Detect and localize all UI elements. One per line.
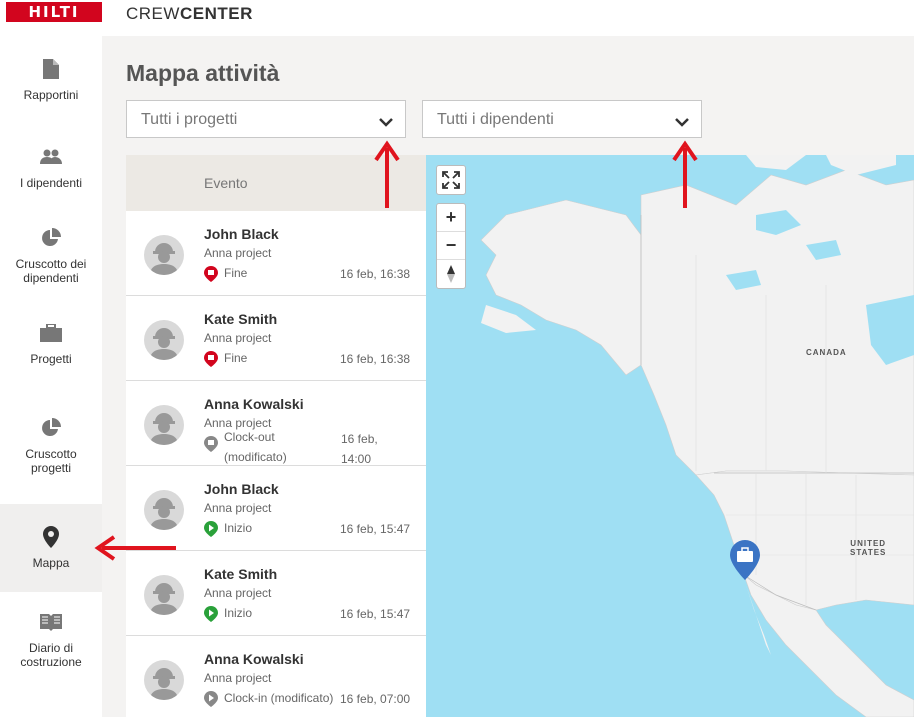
- compass-button[interactable]: [437, 260, 465, 288]
- page-title: Mappa attività: [126, 60, 280, 86]
- end-pin-icon: [204, 266, 218, 285]
- avatar: [144, 405, 184, 445]
- zoom-out-button[interactable]: −: [437, 232, 465, 260]
- map-pin-icon: [43, 526, 59, 548]
- project-name: Anna project: [204, 331, 272, 345]
- sidebar-item-label: Mappa: [32, 556, 70, 570]
- sidebar-item-label: Progetti: [30, 352, 72, 366]
- project-name: Anna project: [204, 586, 272, 600]
- event-status: Clock-out (modificato): [224, 430, 287, 464]
- start-pin-icon: [204, 521, 218, 540]
- avatar: [144, 320, 184, 360]
- app-title: CREWCENTER: [126, 4, 253, 23]
- map-label-canada: CANADA: [806, 348, 847, 357]
- employee-name: John Black: [204, 481, 279, 497]
- project-name: Anna project: [204, 246, 272, 260]
- main-content: Mappa attività Tutti i progetti Tutti i …: [102, 36, 914, 717]
- sidebar-item-diario[interactable]: Diario di costruzione: [0, 596, 102, 684]
- event-status: Fine: [204, 351, 247, 370]
- employee-name: Anna Kowalski: [204, 396, 304, 412]
- event-list: Evento John Black Anna project Fine 16 f…: [126, 155, 426, 717]
- employee-select-value: Tutti i dipendenti: [437, 111, 554, 128]
- event-time: 16 feb, 14:00: [341, 432, 378, 466]
- zoom-in-button[interactable]: +: [437, 204, 465, 232]
- list-item[interactable]: John Black Anna project Fine 16 feb, 16:…: [126, 211, 426, 296]
- project-select-value: Tutti i progetti: [141, 111, 238, 128]
- list-item[interactable]: Kate Smith Anna project Inizio 16 feb, 1…: [126, 551, 426, 636]
- document-icon: [43, 58, 59, 80]
- sidebar-item-label: Rapportini: [23, 88, 79, 102]
- start-pin-icon: [204, 606, 218, 625]
- pie-chart-icon: [41, 227, 61, 249]
- clock-in-pin-icon: [204, 691, 218, 710]
- chevron-down-icon: [379, 115, 393, 133]
- event-time: 16 feb, 16:38: [340, 267, 411, 281]
- event-time: 16 feb, 15:47: [340, 607, 411, 621]
- compass-icon: [447, 265, 455, 283]
- sidebar: Rapportini I dipendenti Cruscotto dei di…: [0, 36, 102, 717]
- hilti-logo[interactable]: HILTI: [6, 2, 102, 22]
- sidebar-item-label: Cruscotto dei dipendenti: [15, 257, 87, 285]
- event-time: 16 feb, 15:47: [340, 522, 411, 536]
- employee-name: Kate Smith: [204, 311, 278, 327]
- chevron-down-icon: [675, 115, 689, 133]
- event-status: Inizio: [204, 521, 252, 540]
- annotation-arrow-up: [672, 140, 698, 208]
- employee-name: Anna Kowalski: [204, 651, 304, 667]
- event-time: 16 feb, 07:00: [340, 692, 411, 706]
- book-icon: [40, 611, 62, 633]
- end-pin-icon: [204, 351, 218, 370]
- briefcase-marker-icon: [730, 540, 760, 580]
- event-status: Clock-in (modificato): [204, 691, 333, 710]
- avatar: [144, 235, 184, 275]
- top-bar: HILTI CREWCENTER: [0, 0, 914, 36]
- list-item[interactable]: Anna Kowalski Anna project Clock-in (mod…: [126, 636, 426, 717]
- pie-chart-icon: [41, 417, 61, 439]
- employee-name: Kate Smith: [204, 566, 278, 582]
- sidebar-item-progetti[interactable]: Progetti: [0, 300, 102, 388]
- sidebar-item-label: I dipendenti: [19, 176, 83, 190]
- project-name: Anna project: [204, 671, 272, 685]
- sidebar-item-dipendenti[interactable]: I dipendenti: [0, 124, 102, 212]
- sidebar-item-label: Diario di costruzione: [20, 641, 82, 669]
- sidebar-item-cruscotto-progetti[interactable]: Cruscotto progetti: [0, 402, 102, 490]
- avatar: [144, 490, 184, 530]
- annotation-arrow-up: [374, 140, 400, 208]
- employee-name: John Black: [204, 226, 279, 242]
- sidebar-item-label: Cruscotto progetti: [25, 447, 77, 475]
- project-marker[interactable]: [730, 540, 760, 585]
- map-label-united-states: UNITED STATES: [850, 539, 887, 557]
- event-time: 16 feb, 16:38: [340, 352, 411, 366]
- map-land: [480, 155, 914, 717]
- avatar: [144, 660, 184, 700]
- zoom-controls: + −: [436, 203, 466, 289]
- map-view[interactable]: CANADA UNITED STATES + −: [426, 155, 914, 717]
- employee-select[interactable]: Tutti i dipendenti: [422, 100, 702, 138]
- fullscreen-icon: [437, 166, 465, 194]
- avatar: [144, 575, 184, 615]
- clock-out-pin-icon: [204, 436, 218, 457]
- list-item[interactable]: Kate Smith Anna project Fine 16 feb, 16:…: [126, 296, 426, 381]
- event-status: Inizio: [204, 606, 252, 625]
- briefcase-icon: [40, 322, 62, 344]
- people-icon: [40, 146, 62, 168]
- annotation-arrow-left: [94, 535, 176, 561]
- sidebar-item-cruscotto-dipendenti[interactable]: Cruscotto dei dipendenti: [0, 212, 102, 300]
- project-name: Anna project: [204, 501, 272, 515]
- project-select[interactable]: Tutti i progetti: [126, 100, 406, 138]
- event-status: Fine: [204, 266, 247, 285]
- list-item[interactable]: Anna Kowalski Anna project Clock-out (mo…: [126, 381, 426, 466]
- sidebar-item-mappa[interactable]: Mappa: [0, 504, 102, 592]
- fullscreen-button[interactable]: [436, 165, 466, 195]
- sidebar-item-rapportini[interactable]: Rapportini: [0, 36, 102, 124]
